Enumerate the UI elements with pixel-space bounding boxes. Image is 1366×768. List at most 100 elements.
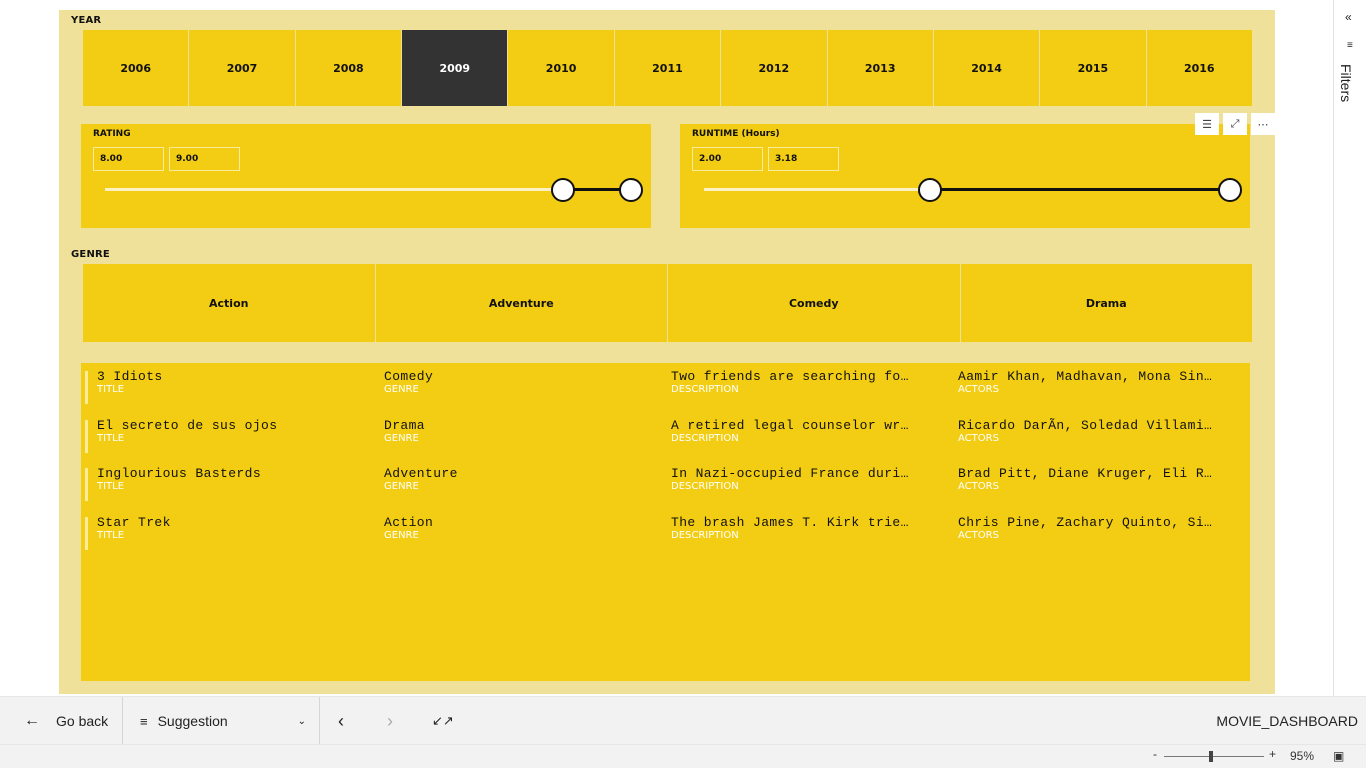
movie-title-value: El secreto de sus ojos bbox=[97, 417, 278, 433]
movie-genre-value: Action bbox=[384, 514, 434, 530]
chevron-left-icon: ‹ bbox=[338, 710, 344, 731]
year-button-2014[interactable]: 2014 bbox=[933, 30, 1041, 106]
movie-title-cell: Inglourious Basterds TITLE bbox=[97, 466, 365, 492]
movie-genre-value: Comedy bbox=[384, 369, 434, 384]
runtime-slicer: RUNTIME (Hours) 2.00 3.18 bbox=[680, 124, 1250, 228]
year-button-2016[interactable]: 2016 bbox=[1146, 30, 1252, 106]
movie-actors-value: Aamir Khan, Madhavan, Mona Sin… bbox=[958, 369, 1213, 384]
runtime-label: RUNTIME (Hours) bbox=[692, 129, 780, 139]
year-button-2013[interactable]: 2013 bbox=[827, 30, 934, 106]
year-button-2010[interactable]: 2010 bbox=[508, 30, 615, 106]
movie-genre-cell: Drama GENRE bbox=[384, 418, 652, 444]
filter-icon[interactable]: ☰ bbox=[1195, 113, 1219, 135]
genre-slicer: Action Adventure Comedy Drama bbox=[83, 264, 1252, 342]
status-bar: - + 95% ▣ bbox=[0, 744, 1366, 768]
runtime-max-input[interactable]: 3.18 bbox=[768, 147, 839, 171]
movie-title-label: TITLE bbox=[97, 384, 125, 395]
movie-genre-value: Drama bbox=[384, 417, 426, 433]
rating-min-handle[interactable] bbox=[550, 178, 575, 202]
zoom-out-button[interactable]: - bbox=[1153, 747, 1157, 761]
exit-fullscreen-button[interactable]: ↙↗ bbox=[432, 697, 454, 745]
genre-button-comedy[interactable]: Comedy bbox=[668, 264, 961, 342]
year-button-2012[interactable]: 2012 bbox=[721, 30, 828, 106]
movie-row[interactable]: 3 Idiots TITLE Comedy GENRE Two friends are … bbox=[85, 369, 1245, 407]
divider bbox=[122, 697, 123, 745]
zoom-slider-handle[interactable] bbox=[1209, 751, 1213, 762]
collapse-arrows-icon: ↙↗ bbox=[432, 713, 454, 728]
year-button-2006[interactable]: 2006 bbox=[83, 30, 190, 106]
movie-actors-cell: Ricardo DarÃn, Soledad Villami… ACTORS bbox=[958, 418, 1226, 444]
bookmark-label: Suggestion bbox=[157, 713, 228, 729]
movie-title-value: 3 Idiots bbox=[97, 369, 163, 384]
movie-actors-value: Chris Pine, Zachary Quinto, Si… bbox=[958, 514, 1213, 530]
movie-genre-cell: Action GENRE bbox=[384, 515, 652, 541]
movie-genre-label: GENRE bbox=[384, 384, 419, 395]
zoom-slider[interactable] bbox=[1164, 756, 1264, 757]
movie-description-cell: The brash James T. Kirk trie… DESCRIPTION bbox=[671, 515, 939, 541]
movie-title-cell: El secreto de sus ojos TITLE bbox=[97, 418, 365, 444]
zoom-in-button[interactable]: + bbox=[1269, 747, 1276, 761]
divider bbox=[319, 697, 320, 745]
fit-to-page-icon[interactable]: ▣ bbox=[1333, 749, 1344, 763]
genre-button-adventure[interactable]: Adventure bbox=[375, 264, 668, 342]
movie-title-label: TITLE bbox=[97, 529, 125, 541]
previous-page-button[interactable]: ‹ bbox=[338, 697, 344, 745]
movie-row[interactable]: El secreto de sus ojos TITLE Drama GENRE A r… bbox=[85, 418, 1245, 456]
movie-genre-label: GENRE bbox=[384, 481, 419, 492]
more-options-icon[interactable]: ⋯ bbox=[1251, 113, 1275, 135]
year-button-2011[interactable]: 2011 bbox=[614, 30, 722, 106]
movie-title-label: TITLE bbox=[97, 481, 125, 492]
rating-slicer: RATING 8.00 9.00 bbox=[81, 124, 651, 228]
movie-row[interactable]: Star Trek TITLE Action GENRE The brash James… bbox=[85, 515, 1245, 553]
movie-description-cell: Two friends are searching fo… DESCRIPTION bbox=[671, 369, 939, 395]
movie-genre-value: Adventure bbox=[384, 466, 458, 481]
rating-max-handle[interactable] bbox=[619, 178, 643, 202]
movie-title-value: Inglourious Basterds bbox=[97, 466, 262, 481]
movie-description-label: DESCRIPTION bbox=[671, 432, 739, 444]
movie-title-cell: 3 Idiots TITLE bbox=[97, 369, 365, 395]
movie-actors-label: ACTORS bbox=[958, 481, 999, 492]
rating-min-input[interactable]: 8.00 bbox=[93, 147, 164, 171]
bookmark-dropdown[interactable]: ≡ Suggestion ⌄ bbox=[140, 697, 306, 745]
runtime-min-input[interactable]: 2.00 bbox=[692, 147, 763, 171]
movie-title-label: TITLE bbox=[97, 432, 125, 444]
movie-row[interactable]: Inglourious Basterds TITLE Adventure GENRE I… bbox=[85, 466, 1245, 504]
movie-description-cell: A retired legal counselor wr… DESCRIPTION bbox=[671, 418, 939, 444]
movie-genre-label: GENRE bbox=[384, 432, 419, 444]
focus-mode-icon[interactable]: ⤢ bbox=[1223, 113, 1247, 135]
runtime-max-handle[interactable] bbox=[1218, 178, 1242, 202]
genre-button-action[interactable]: Action bbox=[83, 264, 376, 342]
year-button-2015[interactable]: 2015 bbox=[1040, 30, 1147, 106]
movie-description-label: DESCRIPTION bbox=[671, 481, 739, 492]
next-page-button[interactable]: › bbox=[387, 697, 393, 745]
movie-actors-cell: Brad Pitt, Diane Kruger, Eli R… ACTORS bbox=[958, 466, 1226, 492]
movie-description-value: A retired legal counselor wr… bbox=[671, 417, 909, 433]
year-button-2007[interactable]: 2007 bbox=[189, 30, 296, 106]
movie-actors-label: ACTORS bbox=[958, 432, 999, 444]
movie-title-cell: Star Trek TITLE bbox=[97, 515, 365, 541]
movie-actors-label: ACTORS bbox=[958, 384, 999, 395]
arrow-left-icon: ← bbox=[24, 712, 40, 729]
bookmark-lines-icon: ≡ bbox=[140, 713, 148, 729]
row-accent-bar bbox=[85, 516, 88, 550]
runtime-min-handle[interactable] bbox=[918, 178, 943, 202]
rating-max-input[interactable]: 9.00 bbox=[169, 147, 240, 171]
year-slicer: 2006 2007 2008 2009 2010 2011 2012 2013 2014 2015… bbox=[83, 30, 1252, 106]
rating-label: RATING bbox=[93, 129, 131, 139]
runtime-track-selected bbox=[930, 188, 1230, 191]
double-chevron-left-icon[interactable]: « bbox=[1345, 10, 1352, 24]
year-button-2009[interactable]: 2009 bbox=[402, 30, 509, 106]
movie-card-list: 3 Idiots TITLE Comedy GENRE Two friends are … bbox=[81, 363, 1250, 681]
year-button-2008[interactable]: 2008 bbox=[295, 30, 403, 106]
zoom-level: 95% bbox=[1290, 749, 1315, 763]
genre-label: GENRE bbox=[71, 249, 110, 260]
report-canvas: YEAR 2006 2007 2008 2009 2010 2011 2012 2013 201… bbox=[59, 10, 1275, 694]
filters-pane-label[interactable]: Filters bbox=[1338, 64, 1354, 102]
genre-button-drama[interactable]: Drama bbox=[960, 264, 1252, 342]
movie-genre-cell: Adventure GENRE bbox=[384, 466, 652, 492]
go-back-button[interactable]: ← Go back bbox=[24, 697, 108, 745]
movie-genre-label: GENRE bbox=[384, 529, 419, 541]
year-label: YEAR bbox=[71, 15, 102, 26]
filters-pane: « ≡ Filters bbox=[1333, 0, 1366, 696]
bottom-navigation-bar: ← Go back ≡ Suggestion ⌄ ‹ › ↙↗ MOVIE_DA… bbox=[0, 696, 1366, 745]
